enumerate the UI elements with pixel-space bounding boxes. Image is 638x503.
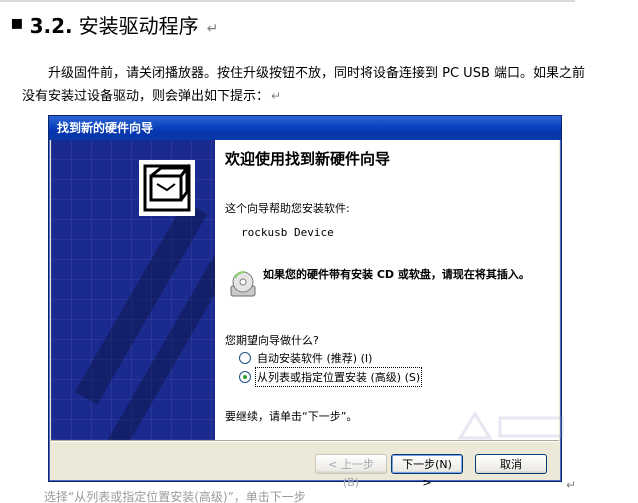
wizard-content: 欢迎使用找到新硬件向导 这个向导帮助您安装软件: rockusb Device … — [215, 140, 559, 440]
wizard-side-banner — [51, 140, 215, 440]
next-paragraph-partial: 选择“从列表或指定位置安装(高级)”，单击下一步 — [44, 490, 306, 503]
paragraph-mark: ↵ — [566, 478, 577, 492]
device-name: rockusb Device — [241, 226, 334, 239]
paragraph-text: 升级固件前，请关闭播放器。按住升级按钮不放，同时将设备连接到 PC USB 端口… — [22, 66, 585, 104]
radio-label[interactable]: 从列表或指定位置安装 (高级) (S) — [254, 367, 423, 387]
heading-number: 3.2. — [29, 14, 73, 38]
body-paragraph: 升级固件前，请关闭播放器。按住升级按钮不放，同时将设备连接到 PC USB 端口… — [22, 63, 587, 108]
cd-disc-icon — [227, 268, 259, 300]
top-rule — [0, 0, 575, 2]
paragraph-mark: ↵ — [206, 21, 219, 37]
install-question: 您期望向导做什么? — [225, 334, 319, 347]
section-heading: ▪ 3.2. 安装驱动程序 ↵ — [10, 10, 218, 40]
cancel-button[interactable]: 取消 — [475, 454, 547, 474]
radio-button[interactable] — [239, 352, 251, 364]
document-page: ▪ 3.2. 安装驱动程序 ↵ 升级固件前，请关闭播放器。按住升级按钮不放，同时… — [0, 0, 638, 503]
radio-auto-install[interactable]: 自动安装软件 (推荐) (I) — [239, 350, 372, 366]
heading-title: 安装驱动程序 — [78, 14, 199, 38]
help-text: 这个向导帮助您安装软件: — [225, 202, 350, 215]
continue-instruction: 要继续，请单击“下一步”。 — [225, 410, 358, 423]
back-button[interactable]: < 上一步(B) — [315, 454, 387, 489]
heading-bullet: ▪ — [10, 10, 24, 34]
radio-label[interactable]: 自动安装软件 (推荐) (I) — [257, 350, 372, 366]
watermark-logo — [450, 408, 570, 448]
welcome-heading: 欢迎使用找到新硬件向导 — [225, 150, 391, 168]
insert-cd-prompt: 如果您的硬件带有安装 CD 或软盘，请现在将其插入。 — [263, 268, 530, 281]
radio-advanced-install[interactable]: 从列表或指定位置安装 (高级) (S) — [239, 367, 423, 387]
radio-button-selected[interactable] — [239, 371, 251, 383]
hardware-install-icon — [139, 160, 195, 216]
paragraph-mark: ↵ — [271, 89, 282, 103]
dialog-title[interactable]: 找到新的硬件向导 — [49, 116, 561, 140]
next-button[interactable]: 下一步(N) > — [391, 454, 463, 489]
